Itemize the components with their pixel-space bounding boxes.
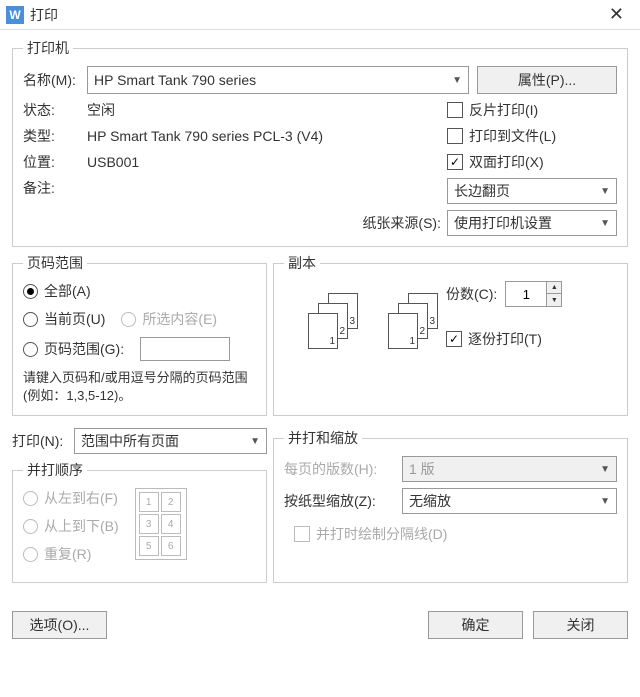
paper-source-label: 纸张来源(S):	[362, 213, 441, 233]
type-value: HP Smart Tank 790 series PCL-3 (V4)	[87, 128, 323, 144]
collate-checkbox[interactable]: ✓	[446, 331, 462, 347]
draw-sep-label: 并打时绘制分隔线(D)	[316, 524, 447, 544]
page-range-legend: 页码范围	[23, 253, 87, 273]
order-diagram: 123456	[135, 488, 187, 560]
pages-per-select: 1 版▼	[402, 456, 617, 482]
order-ltr-label: 从左到右(F)	[44, 488, 118, 508]
comment-label: 备注:	[23, 178, 87, 198]
status-value: 空闲	[87, 100, 115, 120]
duplex-checkbox[interactable]: ✓	[447, 154, 463, 170]
where-value: USB001	[87, 154, 139, 170]
printer-name-value: HP Smart Tank 790 series	[94, 72, 256, 88]
scale-label: 按纸型缩放(Z):	[284, 491, 402, 511]
copies-count-label: 份数(C):	[446, 284, 497, 304]
caret-down-icon: ▼	[600, 464, 610, 475]
range-all-label: 全部(A)	[44, 281, 91, 301]
range-selection-radio	[121, 312, 136, 327]
order-group: 并打顺序 从左到右(F) 从上到下(B) 重复(R) 123456	[12, 460, 267, 583]
range-pages-label: 页码范围(G):	[44, 339, 124, 359]
order-ttb-radio	[23, 519, 38, 534]
paper-source-select[interactable]: 使用打印机设置▼	[447, 210, 617, 236]
print-what-select[interactable]: 范围中所有页面▼	[74, 428, 267, 454]
printer-group: 打印机 名称(M): HP Smart Tank 790 series ▼ 属性…	[12, 38, 628, 247]
range-help: 请键入页码和/或用逗号分隔的页码范围(例如：1,3,5-12)。	[23, 369, 256, 405]
properties-button[interactable]: 属性(P)...	[477, 66, 617, 94]
copies-legend: 副本	[284, 253, 320, 273]
caret-down-icon: ▼	[600, 496, 610, 507]
close-button[interactable]: 关闭	[533, 611, 628, 639]
range-selection-label: 所选内容(E)	[142, 309, 217, 329]
copies-group: 副本 3 2 1 3 2 1 份数(C):	[273, 253, 628, 416]
printer-legend: 打印机	[23, 38, 73, 58]
status-label: 状态:	[23, 100, 87, 120]
printer-name-label: 名称(M):	[23, 70, 87, 90]
order-legend: 并打顺序	[23, 460, 87, 480]
range-current-radio[interactable]	[23, 312, 38, 327]
caret-down-icon: ▼	[600, 186, 610, 197]
ok-button[interactable]: 确定	[428, 611, 523, 639]
merge-legend: 并打和缩放	[284, 428, 362, 448]
pages-per-label: 每页的版数(H):	[284, 459, 402, 479]
window-title: 打印	[30, 5, 58, 25]
draw-sep-checkbox	[294, 526, 310, 542]
options-button[interactable]: 选项(O)...	[12, 611, 107, 639]
scale-select[interactable]: 无缩放▼	[402, 488, 617, 514]
range-pages-radio[interactable]	[23, 342, 38, 357]
footer: 选项(O)... 确定 关闭	[0, 603, 640, 647]
range-pages-input[interactable]	[140, 337, 230, 361]
caret-down-icon: ▼	[452, 75, 462, 86]
spinner-up-icon[interactable]: ▲	[547, 282, 561, 294]
printer-name-select[interactable]: HP Smart Tank 790 series ▼	[87, 66, 469, 94]
caret-down-icon: ▼	[600, 218, 610, 229]
range-current-label: 当前页(U)	[44, 309, 105, 329]
copies-input[interactable]	[506, 282, 546, 306]
order-repeat-radio	[23, 547, 38, 562]
type-label: 类型:	[23, 126, 87, 146]
tofile-checkbox[interactable]	[447, 128, 463, 144]
reverse-checkbox[interactable]	[447, 102, 463, 118]
reverse-label: 反片打印(I)	[469, 100, 538, 120]
close-icon[interactable]: ✕	[603, 4, 630, 25]
print-what-label: 打印(N):	[12, 431, 74, 451]
copies-spinner[interactable]: ▲▼	[505, 281, 562, 307]
collate-label: 逐份打印(T)	[468, 329, 542, 349]
range-all-radio[interactable]	[23, 284, 38, 299]
app-icon: W	[6, 6, 24, 24]
order-ltr-radio	[23, 491, 38, 506]
tofile-label: 打印到文件(L)	[469, 126, 556, 146]
spinner-down-icon[interactable]: ▼	[547, 294, 561, 306]
caret-down-icon: ▼	[250, 436, 260, 447]
page-range-group: 页码范围 全部(A) 当前页(U) 所选内容(E) 页码范围(G): 请键入页码…	[12, 253, 267, 416]
titlebar: W 打印 ✕	[0, 0, 640, 30]
collate-graphic: 3 2 1 3 2 1	[308, 293, 438, 349]
order-ttb-label: 从上到下(B)	[44, 516, 119, 536]
order-repeat-label: 重复(R)	[44, 544, 91, 564]
flip-select[interactable]: 长边翻页▼	[447, 178, 617, 204]
where-label: 位置:	[23, 152, 87, 172]
duplex-label: 双面打印(X)	[469, 152, 544, 172]
merge-group: 并打和缩放 每页的版数(H): 1 版▼ 按纸型缩放(Z): 无缩放▼ 并打时绘…	[273, 428, 628, 583]
